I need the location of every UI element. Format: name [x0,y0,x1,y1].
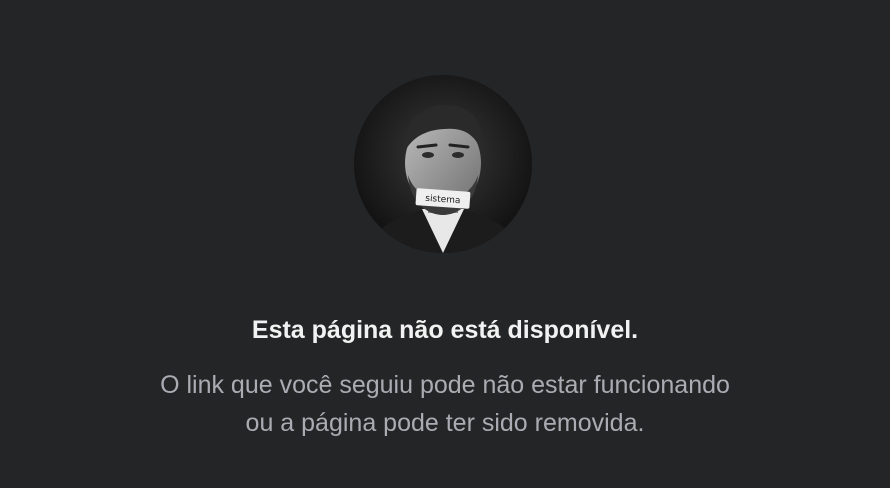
avatar-photo: sistema [354,75,532,253]
page-title: Esta página não está disponível. [251,316,639,344]
avatar: sistema [354,75,532,253]
unavailable-page: sistema Esta página não está disponível.… [0,0,890,488]
error-description-line-1: O link que você seguiu pode não estar fu… [160,371,730,399]
error-description-line-2: ou a página pode ter sido removida. [245,409,645,437]
error-description: O link que você seguiu pode não estar fu… [0,366,890,442]
